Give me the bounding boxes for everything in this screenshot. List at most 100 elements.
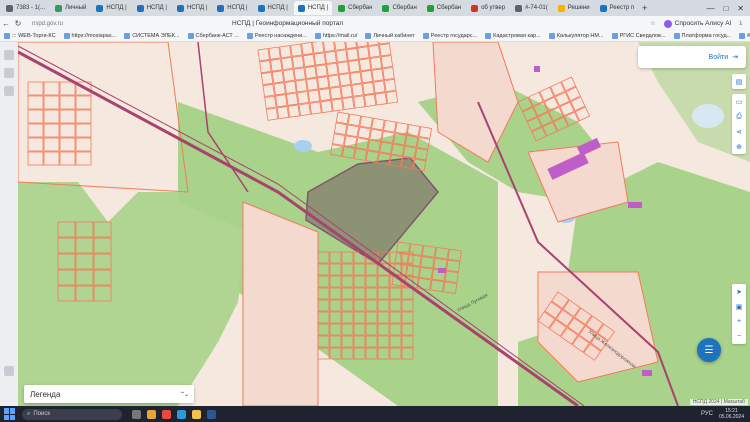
download-icon[interactable]: ⤓ [739, 20, 742, 27]
bookmark-item[interactable]: Личный кабинет [365, 33, 415, 39]
tab-favicon-icon [471, 4, 479, 12]
forest-area [18, 182, 248, 406]
bookmark-item[interactable]: https://mosiapas... [63, 33, 116, 39]
bookmark-item[interactable]: Кадастровая кар... [485, 33, 541, 39]
bookmark-item[interactable]: РГИС Свердлов... [611, 33, 666, 39]
browser-tab[interactable]: НСПД | [293, 1, 333, 15]
sidebar-bookmarks-icon[interactable] [4, 68, 14, 78]
globe-icon[interactable]: ⊕ [732, 139, 746, 154]
parcel [242, 201, 319, 406]
parcel [353, 95, 366, 109]
task-view-icon[interactable] [132, 409, 141, 419]
cadastral-map[interactable]: Улица Луговая Улица Железнодорожная [18, 42, 750, 406]
clock[interactable]: 15:21 05.06.2024 [719, 408, 744, 420]
bookmark-item[interactable]: ::: WEB-Торги-КС [4, 33, 56, 39]
map-viewport[interactable]: Улица Луговая Улица Железнодорожная Войт… [18, 42, 750, 406]
parcel [301, 42, 314, 56]
parcel [418, 126, 433, 139]
zoom-out-icon[interactable]: − [732, 329, 746, 344]
bookmark-item[interactable]: Калькулятор НМ... [548, 33, 604, 39]
bookmark-label: СИСТЕМА ЭЛЕК... [132, 33, 180, 39]
browser-tab[interactable]: 7383 - 1(... [2, 1, 49, 15]
legend-dropdown[interactable]: Легенда ⌃⌄ [24, 385, 194, 403]
browser-tab[interactable]: НСПД | [254, 1, 292, 15]
file-explorer-icon[interactable] [192, 409, 201, 419]
ruler-icon[interactable]: ▭ [732, 94, 746, 109]
parcel [27, 137, 44, 152]
minimize-button[interactable]: — [706, 4, 714, 13]
parcel [59, 81, 76, 96]
bookmark-item[interactable]: https://mail.ru/ [314, 33, 357, 39]
bookmark-favicon-icon [673, 33, 680, 39]
url-field[interactable]: nspd.gov.ru [32, 21, 232, 27]
print-icon[interactable]: ⎙ [732, 109, 746, 124]
language-indicator[interactable]: РУС [701, 411, 713, 417]
tab-label: НСПД | [106, 5, 127, 11]
bookmark-favicon-icon [548, 33, 555, 39]
share-icon[interactable]: ⋖ [732, 124, 746, 139]
browser-tab[interactable]: #-74-01( [511, 1, 552, 15]
browser-tab[interactable]: НСПД | [213, 1, 251, 15]
browser-tab[interactable]: НСПД | [173, 1, 211, 15]
alice-button[interactable]: Спросить Алису AI [663, 19, 731, 28]
reload-icon[interactable]: ↻ [12, 19, 24, 28]
taskbar-search[interactable]: ⌕ Поиск [22, 408, 122, 420]
sidebar-home-icon[interactable] [4, 50, 14, 60]
bookmark-item[interactable]: Платформа госуд... [673, 33, 731, 39]
parcel [306, 77, 319, 91]
bookmark-star-icon[interactable]: ☆ [650, 20, 655, 27]
locate-icon[interactable]: ➤ [732, 284, 746, 299]
parcel [284, 80, 297, 94]
parcel [43, 81, 60, 96]
parcel [43, 109, 60, 124]
parcel [313, 52, 327, 66]
close-button[interactable]: ✕ [737, 4, 744, 13]
parcel [394, 121, 409, 135]
tab-favicon-icon [599, 4, 607, 12]
sidebar-history-icon[interactable] [4, 86, 14, 96]
layers-icon[interactable]: ▤ [732, 74, 746, 89]
chat-icon[interactable]: ☰ [697, 338, 721, 362]
browser-tab[interactable]: Личный [51, 1, 90, 15]
tab-label: НСПД | [146, 5, 167, 11]
tab-label: НСПД | [227, 5, 248, 11]
sidebar-apps-icon[interactable] [4, 366, 14, 376]
login-button[interactable]: Войти ⇥ [638, 46, 746, 68]
browser-tab[interactable]: НСПД | [92, 1, 130, 15]
windows-start-icon[interactable] [4, 408, 16, 420]
parcel [75, 95, 92, 110]
bookmark-item[interactable]: Kaspersky Endpo... [739, 33, 750, 39]
parcel [333, 42, 347, 51]
parcel [59, 109, 76, 124]
bookmark-favicon-icon [187, 33, 194, 39]
maximize-button[interactable]: □ [723, 4, 728, 13]
edge-icon[interactable] [177, 409, 186, 419]
parcel [75, 151, 92, 166]
minimap-icon[interactable]: ▣ [732, 299, 746, 314]
bookmark-item[interactable]: СИСТЕМА ЭЛЕК... [124, 33, 180, 39]
new-tab-button[interactable]: + [642, 3, 647, 13]
browser-tab[interactable]: Решени [554, 1, 594, 15]
parcel [383, 119, 397, 133]
bookmark-item[interactable]: Реестр государс... [422, 33, 477, 39]
tab-label: об утвер [481, 5, 506, 11]
bookmark-label: Реестр насаждени... [254, 33, 307, 39]
browser-tab[interactable]: НСПД | [133, 1, 171, 15]
browser-tab[interactable]: Сбербан [334, 1, 376, 15]
bookmark-item[interactable]: Сбербанк-АСТ ... [187, 33, 239, 39]
zoom-in-icon[interactable]: + [732, 314, 746, 329]
tab-favicon-icon [338, 4, 346, 12]
back-icon[interactable]: ← [0, 19, 12, 28]
yandex-browser-icon[interactable] [162, 409, 171, 419]
chrome-icon[interactable] [147, 409, 156, 419]
parcel [324, 50, 337, 65]
word-icon[interactable] [207, 409, 216, 419]
parcel [312, 42, 325, 54]
browser-tab[interactable]: Реестр п [596, 1, 638, 15]
browser-tab[interactable]: Сбербан [423, 1, 465, 15]
bookmark-item[interactable]: Реестр насаждени... [246, 33, 307, 39]
browser-tab[interactable]: об утвер [467, 1, 509, 15]
browser-tab[interactable]: Сбербан [378, 1, 420, 15]
parcel [335, 111, 350, 125]
system-tray: РУС 15:21 05.06.2024 [701, 408, 750, 420]
